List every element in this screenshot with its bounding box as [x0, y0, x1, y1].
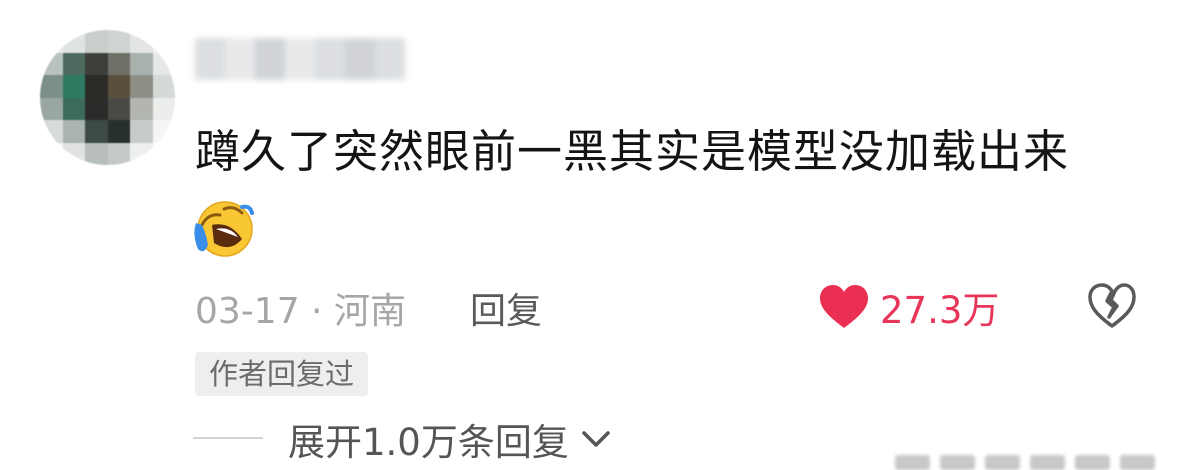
expand-replies-button[interactable]: 展开1.0万条回复: [288, 412, 611, 466]
comment-item: 蹲久了突然眼前一黑其实是模型没加载出来 03-17 · 河南 回复 27.3万 …: [0, 0, 1200, 470]
divider: [193, 437, 263, 439]
reply-button[interactable]: 回复: [470, 282, 542, 334]
expand-replies-label: 展开1.0万条回复: [288, 421, 569, 464]
heart-icon: [820, 285, 868, 328]
chevron-down-icon: [582, 431, 610, 447]
comment-date-location: 03-17 · 河南: [195, 291, 406, 332]
username-blurred[interactable]: [195, 38, 405, 80]
watermark: [895, 455, 1155, 470]
comment-text: 蹲久了突然眼前一黑其实是模型没加载出来: [195, 125, 1070, 178]
like-button[interactable]: 27.3万: [818, 280, 999, 334]
author-replied-badge: 作者回复过: [195, 352, 369, 396]
avatar[interactable]: [40, 30, 175, 165]
like-count: 27.3万: [880, 289, 1000, 332]
laughing-tears-emoji: [194, 201, 254, 257]
broken-heart-icon[interactable]: [1086, 282, 1138, 330]
